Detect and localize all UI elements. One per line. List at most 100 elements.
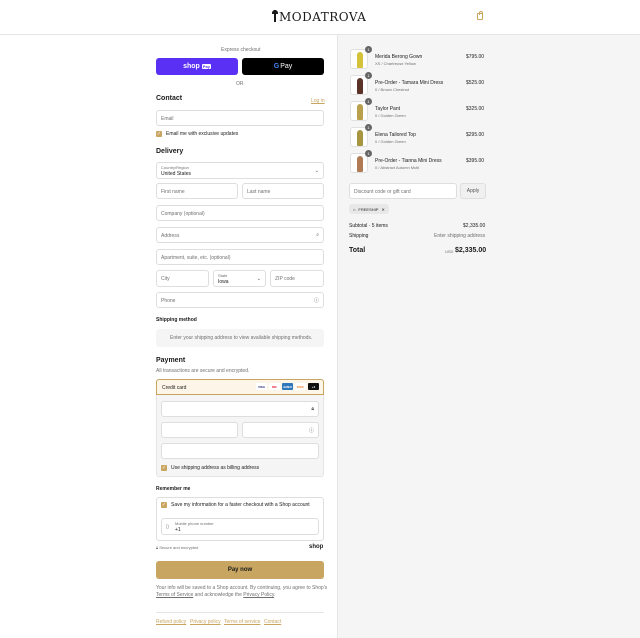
search-icon: ⌕ <box>316 232 319 238</box>
secure-encrypted-label: Secure and encrypted <box>159 545 199 550</box>
zip-field[interactable]: ZIP code <box>270 270 324 287</box>
product-variant: 0 / Golden Green <box>375 113 406 118</box>
fine-print-text: Your info will be saved to a Shop accoun… <box>156 585 328 591</box>
discount-code-field[interactable]: Discount code or gift card <box>349 183 457 199</box>
email-placeholder: Email <box>161 116 174 122</box>
discount-tag-label: FREESHIP <box>358 206 379 212</box>
subtotal-value: $2,335.00 <box>463 223 486 229</box>
product-name: Elena Tailored Top <box>375 132 416 138</box>
fine-print-text: and acknowledge the <box>193 592 244 598</box>
name-on-card-field[interactable] <box>161 443 319 459</box>
mobile-phone-label: Mobile phone number <box>175 521 214 526</box>
state-label: State <box>218 273 228 278</box>
card-number-field[interactable]: 🔒︎ <box>161 401 319 417</box>
pay-now-button[interactable]: Pay now <box>156 561 324 579</box>
help-icon[interactable]: ⓘ <box>314 297 319 304</box>
close-icon[interactable]: ✕ <box>381 207 384 212</box>
quantity-badge: 1 <box>365 72 372 79</box>
security-code-field[interactable]: ⓘ <box>242 422 319 438</box>
email-offers-checkbox[interactable]: ✓ <box>156 131 162 137</box>
payment-title: Payment <box>156 357 186 364</box>
footer-link-privacy[interactable]: Privacy policy <box>190 619 221 625</box>
city-field[interactable]: City <box>156 270 209 287</box>
product-price: $395.00 <box>466 158 485 164</box>
apply-button[interactable]: Apply <box>460 183 486 199</box>
phone-field[interactable]: Phone ⓘ <box>156 292 324 308</box>
first-name-placeholder: First name <box>161 189 185 195</box>
google-pay-label: Pay <box>280 63 293 70</box>
mobile-phone-field[interactable]: ▯ Mobile phone number +1 <box>161 518 319 535</box>
total-label: Total <box>349 247 366 254</box>
dress-icon <box>357 156 363 172</box>
brand-logo[interactable]: MODATROVA <box>272 10 366 24</box>
expiration-field[interactable] <box>161 422 238 438</box>
country-value: United States <box>161 171 192 177</box>
chevron-down-icon: ⌄ <box>314 168 319 174</box>
credit-card-option[interactable]: Credit card VISA MC AMEX DISC +4 <box>156 379 324 395</box>
credit-card-label: Credit card <box>162 385 187 391</box>
privacy-policy-link[interactable]: Privacy Policy <box>243 592 274 598</box>
quantity-badge: 1 <box>365 98 372 105</box>
footer-divider <box>156 612 324 613</box>
lock-icon: 🔒︎ <box>311 406 314 412</box>
product-name: Merida Berong Gown <box>375 54 423 60</box>
phone-icon: ▯ <box>166 524 169 530</box>
express-checkout-label: Express checkout <box>221 47 261 53</box>
shopping-bag-icon[interactable] <box>477 11 483 20</box>
visa-icon: VISA <box>256 383 267 390</box>
terms-of-service-link[interactable]: Terms of Service <box>156 592 193 598</box>
email-field[interactable]: Email <box>156 110 324 126</box>
more-cards-badge: +4 <box>308 383 319 390</box>
footer-link-terms[interactable]: Terms of service <box>224 619 260 625</box>
or-divider: OR <box>236 81 244 87</box>
amex-icon: AMEX <box>282 383 293 390</box>
company-field[interactable]: Company (optional) <box>156 205 324 221</box>
contact-title: Contact <box>156 95 183 102</box>
billing-address-checkbox[interactable]: ✓ <box>161 465 167 471</box>
dress-icon <box>357 78 363 94</box>
pant-icon <box>357 104 363 120</box>
last-name-field[interactable]: Last name <box>242 183 324 199</box>
header: MODATROVA <box>0 0 640 35</box>
secure-encrypted-note: 🔒︎ Secure and encrypted <box>156 545 198 550</box>
google-pay-button[interactable]: G Pay <box>242 58 324 75</box>
login-link[interactable]: Log in <box>311 98 325 104</box>
save-info-checkbox[interactable]: ✓ <box>161 502 167 508</box>
state-select[interactable]: State Iowa ⌄ <box>213 270 266 287</box>
payment-subtitle: All transactions are secure and encrypte… <box>156 368 250 374</box>
shipping-label: Shipping <box>349 233 369 239</box>
apartment-placeholder: Apartment, suite, etc. (optional) <box>161 255 231 261</box>
product-variant: 0 / Golden Green <box>375 139 406 144</box>
product-variant: XS / Chartreuse Yellow <box>375 61 416 66</box>
card-brand-icons: VISA MC AMEX DISC +4 <box>256 383 319 390</box>
quantity-badge: 1 <box>365 46 372 53</box>
shop-pay-button[interactable]: shop Pay <box>156 58 238 75</box>
product-price: $795.00 <box>466 54 485 60</box>
shipping-method-title: Shipping method <box>156 317 197 323</box>
first-name-field[interactable]: First name <box>156 183 238 199</box>
shipping-method-placeholder: Enter your shipping address to view avai… <box>156 329 324 347</box>
discount-placeholder: Discount code or gift card <box>354 189 411 195</box>
address-field[interactable]: Address ⌕ <box>156 227 324 243</box>
shop-pay-badge: Pay <box>201 64 211 69</box>
product-name: Taylor Pant <box>375 106 401 112</box>
footer-link-refund[interactable]: Refund policy <box>156 619 186 625</box>
logo-text: MODATROVA <box>279 10 367 24</box>
shipping-method-message: Enter your shipping address to view avai… <box>170 335 313 341</box>
country-select[interactable]: Country/Region United States ⌄ <box>156 162 324 179</box>
google-icon: G <box>273 63 280 70</box>
footer-link-contact[interactable]: Contact <box>264 619 281 625</box>
logo-icon <box>272 10 278 22</box>
fine-print: Your info will be saved to a Shop accoun… <box>156 585 331 599</box>
discover-icon: DISC <box>295 383 306 390</box>
state-value: Iowa <box>218 279 229 285</box>
total-value: $2,335.00 <box>455 247 487 254</box>
apartment-field[interactable]: Apartment, suite, etc. (optional) <box>156 249 324 265</box>
mastercard-icon: MC <box>269 383 280 390</box>
country-label: Country/Region <box>161 165 189 170</box>
total-currency: USD <box>445 249 454 254</box>
phone-placeholder: Phone <box>161 298 176 304</box>
quantity-badge: 1 <box>365 150 372 157</box>
product-variant: 0 / Abstract Autumn Multi <box>375 165 420 170</box>
help-icon[interactable]: ⓘ <box>309 427 314 434</box>
